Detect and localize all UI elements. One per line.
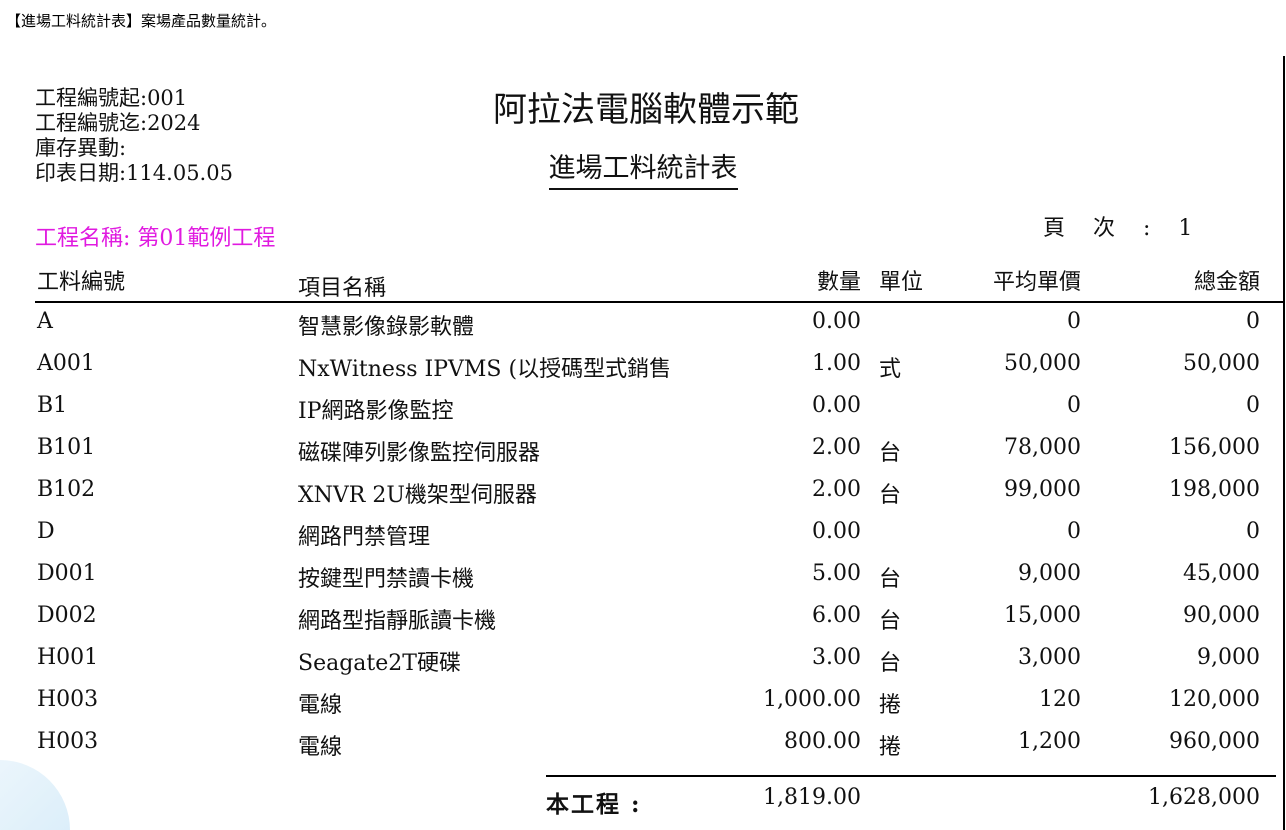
header-unit: 單位	[879, 270, 924, 295]
cell-code: D	[37, 519, 55, 544]
cell-avg-price: 3,000	[1018, 645, 1081, 670]
cell-qty: 0.00	[812, 309, 861, 334]
header-name: 項目名稱	[298, 276, 387, 301]
cell-code: A001	[37, 351, 95, 376]
table-row: H001 Seagate2T硬碟 3.00 台 3,000 9,000	[0, 645, 1286, 687]
cell-avg-price: 1,200	[1018, 729, 1081, 754]
table-row: H003 電線 1,000.00 捲 120 120,000	[0, 687, 1286, 729]
cell-name: XNVR 2U機架型伺服器	[298, 483, 537, 508]
cell-total: 45,000	[1183, 561, 1260, 586]
page-label: 頁次:	[1043, 216, 1179, 241]
header-qty: 數量	[816, 270, 861, 295]
cell-code: A	[37, 309, 53, 334]
cell-code: B102	[37, 477, 96, 502]
cell-unit: 台	[879, 483, 902, 508]
cell-name: NxWitness IPVMS (以授碼型式銷售	[298, 357, 672, 382]
cell-total: 0	[1246, 393, 1260, 418]
cell-qty: 1,000.00	[763, 687, 861, 712]
cell-total: 0	[1246, 309, 1260, 334]
cell-avg-price: 0	[1067, 519, 1081, 544]
cell-total: 156,000	[1169, 435, 1260, 460]
cell-qty: 2.00	[812, 477, 861, 502]
cell-total: 9,000	[1197, 645, 1260, 670]
cell-name: 磁碟陣列影像監控伺服器	[298, 441, 541, 466]
cell-unit: 台	[879, 609, 902, 634]
cell-name: 智慧影像錄影軟體	[298, 315, 475, 340]
cell-unit: 台	[879, 567, 902, 592]
cell-avg-price: 0	[1067, 309, 1081, 334]
cell-total: 198,000	[1169, 477, 1260, 502]
cell-name: 按鍵型門禁讀卡機	[298, 567, 475, 592]
cell-name: 網路門禁管理	[298, 525, 431, 550]
cell-code: H003	[37, 729, 99, 754]
summary-qty: 1,819.00	[763, 785, 861, 810]
header-total: 總金額	[1193, 270, 1260, 295]
cell-name: 網路型指靜脈讀卡機	[298, 609, 497, 634]
header-code: 工料編號	[37, 270, 126, 295]
cell-total: 960,000	[1169, 729, 1260, 754]
table-header: 工料編號 項目名稱 數量 單位 平均單價 總金額	[0, 264, 1286, 301]
cell-qty: 0.00	[812, 519, 861, 544]
cell-qty: 1.00	[812, 351, 861, 376]
report-title-text: 進場工料統計表	[548, 152, 738, 190]
cell-avg-price: 9,000	[1018, 561, 1081, 586]
cell-code: B101	[37, 435, 96, 460]
table-row: B102 XNVR 2U機架型伺服器 2.00 台 99,000 198,000	[0, 477, 1286, 519]
report-caption: 【進場工料統計表】案場產品數量統計。	[6, 12, 277, 30]
cell-code: H003	[37, 687, 99, 712]
table-row: A 智慧影像錄影軟體 0.00 0 0	[0, 309, 1286, 351]
cell-name: IP網路影像監控	[298, 399, 454, 424]
cell-avg-price: 120	[1039, 687, 1081, 712]
cell-total: 90,000	[1183, 603, 1260, 628]
cell-qty: 2.00	[812, 435, 861, 460]
summary-rule	[546, 775, 1276, 777]
cell-qty: 800.00	[784, 729, 861, 754]
table-row: D001 按鍵型門禁讀卡機 5.00 台 9,000 45,000	[0, 561, 1286, 603]
table-row: H003 電線 800.00 捲 1,200 960,000	[0, 729, 1286, 771]
cell-qty: 0.00	[812, 393, 861, 418]
cell-code: D002	[37, 603, 97, 628]
table-row: B101 磁碟陣列影像監控伺服器 2.00 台 78,000 156,000	[0, 435, 1286, 477]
project-name: 工程名稱: 第01範例工程	[35, 226, 276, 251]
table-row: B1 IP網路影像監控 0.00 0 0	[0, 393, 1286, 435]
cell-unit: 捲	[879, 735, 902, 760]
cell-name: Seagate2T硬碟	[298, 651, 461, 676]
table-row: D 網路門禁管理 0.00 0 0	[0, 519, 1286, 561]
cell-unit: 捲	[879, 693, 902, 718]
table-row: A001 NxWitness IPVMS (以授碼型式銷售 1.00 式 50,000 5…	[0, 351, 1286, 393]
page-value: 1	[1178, 216, 1193, 241]
cell-avg-price: 15,000	[1004, 603, 1081, 628]
cell-avg-price: 0	[1067, 393, 1081, 418]
summary-total: 1,628,000	[1148, 785, 1260, 810]
cell-qty: 5.00	[812, 561, 861, 586]
table-row: D002 網路型指靜脈讀卡機 6.00 台 15,000 90,000	[0, 603, 1286, 645]
summary-label: 本工程 :	[546, 791, 642, 818]
cell-total: 120,000	[1169, 687, 1260, 712]
cell-qty: 3.00	[812, 645, 861, 670]
cell-total: 0	[1246, 519, 1260, 544]
cell-name: 電線	[298, 693, 343, 718]
cell-name: 電線	[298, 735, 343, 760]
company-name-text: 阿拉法電腦軟體示範	[493, 90, 799, 130]
cell-avg-price: 50,000	[1004, 351, 1081, 376]
cell-qty: 6.00	[812, 603, 861, 628]
cell-unit: 台	[879, 441, 902, 466]
cell-code: D001	[37, 561, 97, 586]
header-rule	[35, 301, 1283, 303]
page-number: 頁次:1	[1043, 210, 1192, 242]
cell-unit: 式	[879, 357, 902, 382]
cell-avg-price: 99,000	[1004, 477, 1081, 502]
cell-avg-price: 78,000	[1004, 435, 1081, 460]
company-name: 阿拉法電腦軟體示範	[0, 88, 1286, 132]
header-avg-price: 平均單價	[992, 270, 1081, 295]
cell-unit: 台	[879, 651, 902, 676]
report-title: 進場工料統計表	[0, 152, 1286, 190]
cell-total: 50,000	[1183, 351, 1260, 376]
cell-code: B1	[37, 393, 68, 418]
cell-code: H001	[37, 645, 99, 670]
